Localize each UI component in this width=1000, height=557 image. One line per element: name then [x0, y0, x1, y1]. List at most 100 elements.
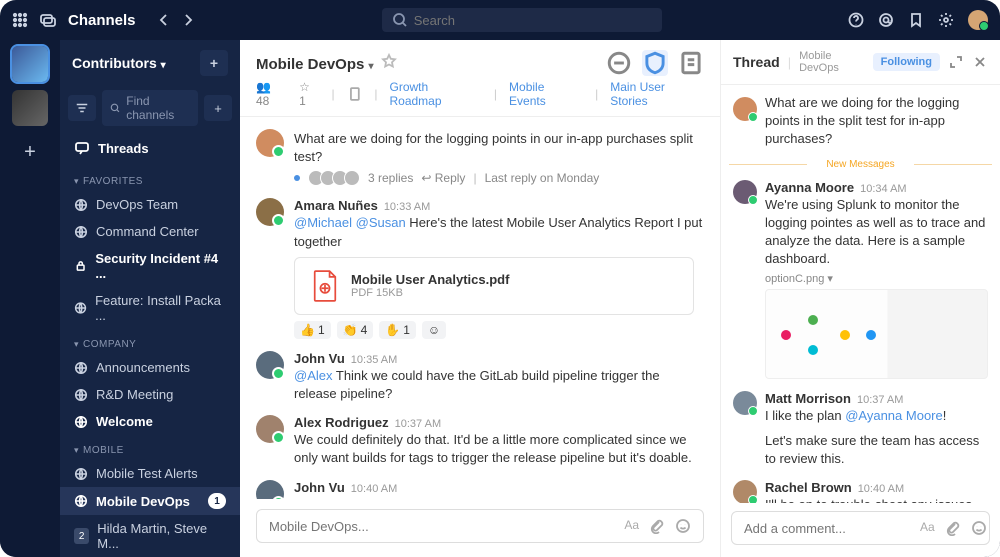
mention[interactable]: @Susan	[356, 215, 406, 230]
message-text: What are we doing for the logging points…	[765, 94, 988, 149]
create-button[interactable]: +	[204, 95, 232, 121]
section-company[interactable]: ▾COMPANY	[60, 329, 240, 354]
avatar	[256, 351, 284, 379]
mention[interactable]: @all	[587, 497, 613, 500]
filter-icon[interactable]	[68, 95, 96, 121]
add-channel-button[interactable]: +	[200, 50, 228, 76]
link-mobile-events[interactable]: Mobile Events	[509, 80, 583, 108]
section-favorites[interactable]: ▾FAVORITES	[60, 166, 240, 191]
sidebar-item-welcome[interactable]: Welcome	[60, 408, 240, 435]
nav-back-icon[interactable]	[156, 12, 172, 28]
workspace-2[interactable]	[12, 90, 48, 126]
pdf-icon	[309, 268, 341, 304]
sidebar-item-security-incident[interactable]: Security Incident #4 ...	[60, 245, 240, 287]
message-time: 10:37 AM	[395, 418, 441, 430]
star-icon[interactable]	[381, 53, 397, 69]
expand-icon[interactable]	[948, 54, 964, 70]
message[interactable]: Amara Nuñes10:33 AM @Michael @Susan Here…	[240, 192, 720, 344]
topbar: Channels	[0, 0, 1000, 40]
link-main-user-stories[interactable]: Main User Stories	[610, 80, 704, 108]
member-count[interactable]: 👥 48	[256, 80, 287, 108]
nav-forward-icon[interactable]	[180, 12, 196, 28]
add-reaction[interactable]: ☺	[422, 321, 446, 339]
apps-grid-icon[interactable]	[12, 12, 28, 28]
section-mobile[interactable]: ▾MOBILE	[60, 435, 240, 460]
thread-root-message[interactable]: Michael Whitfield What are we doing for …	[721, 91, 1000, 155]
avatar	[256, 415, 284, 443]
bookmark-icon[interactable]	[908, 12, 924, 28]
link-growth-roadmap[interactable]: Growth Roadmap	[389, 80, 481, 108]
last-reply: Last reply on Monday	[485, 171, 600, 185]
header-shield-icon[interactable]	[642, 50, 668, 76]
attach-icon[interactable]	[945, 520, 961, 536]
mention[interactable]: @Michael	[294, 215, 352, 230]
gear-icon[interactable]	[938, 12, 954, 28]
mentions-icon[interactable]	[878, 12, 894, 28]
channels-label: Channels	[68, 12, 136, 29]
message-author: John Vu	[294, 480, 345, 495]
header-phone-icon[interactable]	[606, 50, 632, 76]
file-attachment[interactable]: Mobile User Analytics.pdfPDF 15KB	[294, 257, 694, 315]
message-text: What are we doing for the logging points…	[294, 130, 704, 166]
sidebar-item-mobile-test-alerts[interactable]: Mobile Test Alerts	[60, 460, 240, 487]
emoji-icon[interactable]	[971, 520, 987, 536]
reaction[interactable]: 👍1	[294, 321, 331, 339]
message[interactable]: John Vu10:35 AM @Alex Think we could hav…	[240, 345, 720, 409]
message-author: Ayanna Moore	[765, 180, 854, 195]
message[interactable]: Alex Rodriguez 10:37 AM We could definite…	[240, 409, 720, 473]
replies-count[interactable]: 3 replies	[368, 171, 413, 185]
threads-link[interactable]: Threads	[60, 130, 240, 166]
thread-reply[interactable]: Ayanna Moore10:34 AM We're using Splunk …	[721, 174, 1000, 386]
reaction[interactable]: ✋1	[379, 321, 416, 339]
thread-reply[interactable]: Matt Morrison10:37 AM I like the plan @A…	[721, 385, 1000, 474]
sidebar-item-mobile-devops[interactable]: Mobile DevOps1	[60, 487, 240, 515]
message[interactable]: What are we doing for the logging points…	[240, 123, 720, 192]
image-preview[interactable]	[765, 289, 988, 379]
sidebar-item-feature-install[interactable]: Feature: Install Packa ...	[60, 287, 240, 329]
mention[interactable]: @Ayanna Moore	[845, 408, 943, 423]
composer-input[interactable]	[269, 519, 624, 534]
message[interactable]: John Vu10:40 AM Great, I'll make a Jira …	[240, 474, 720, 500]
emoji-icon[interactable]	[675, 518, 691, 534]
thread-composer[interactable]: Aa	[731, 511, 990, 545]
add-workspace-button[interactable]: +	[12, 134, 48, 170]
pinned-count[interactable]: ☆ 1	[299, 80, 319, 108]
message-text: @Michael @Susan Here's the latest Mobile…	[294, 214, 704, 250]
thread-reply[interactable]: Rachel Brown10:40 AM I'll be on to troub…	[721, 474, 1000, 503]
thread-header: Thread | Mobile DevOps Following	[721, 40, 1000, 85]
channel-title[interactable]: Mobile DevOps ▾	[256, 56, 374, 73]
sidebar-item-announcements[interactable]: Announcements	[60, 354, 240, 381]
message-text: We're using Splunk to monitor the loggin…	[765, 196, 988, 269]
format-icon[interactable]: Aa	[624, 518, 639, 534]
thread-subtitle: Mobile DevOps	[799, 50, 865, 74]
following-button[interactable]: Following	[873, 53, 940, 71]
attach-icon[interactable]	[649, 518, 665, 534]
thread-composer-input[interactable]	[744, 521, 920, 536]
reply-button[interactable]: ↩ Reply	[421, 171, 465, 185]
message-composer[interactable]: Aa	[256, 509, 704, 543]
search-input[interactable]	[414, 13, 652, 28]
reaction[interactable]: 👏4	[337, 321, 374, 339]
header-notes-icon[interactable]	[678, 50, 704, 76]
sidebar-item-dm-hilda[interactable]: 2Hilda Martin, Steve M...	[60, 515, 240, 557]
message-author: Matt Morrison	[765, 391, 851, 406]
sidebar-item-command-center[interactable]: Command Center	[60, 218, 240, 245]
message-text: @Alex Think we could have the GitLab bui…	[294, 367, 704, 403]
format-icon[interactable]: Aa	[920, 520, 935, 536]
help-icon[interactable]	[848, 12, 864, 28]
avatar	[733, 391, 757, 415]
message-text: Great, I'll make a Jira ticket for it. T…	[294, 496, 704, 500]
message-text: We could definitely do that. It'd be a l…	[294, 431, 704, 467]
message-author: Alex Rodriguez	[294, 415, 389, 430]
sidebar-header[interactable]: Contributors ▾	[72, 55, 166, 71]
find-channels-input[interactable]: Find channels	[102, 90, 198, 126]
unread-badge: 1	[208, 493, 226, 509]
workspace-1[interactable]	[12, 46, 48, 82]
sidebar-item-rd-meeting[interactable]: R&D Meeting	[60, 381, 240, 408]
sidebar: Contributors ▾ + Find channels + Threads…	[60, 40, 240, 557]
close-icon[interactable]	[972, 54, 988, 70]
mention[interactable]: @Alex	[294, 368, 333, 383]
global-search[interactable]	[382, 8, 662, 32]
sidebar-item-devops-team[interactable]: DevOps Team	[60, 191, 240, 218]
user-avatar[interactable]	[968, 10, 988, 30]
